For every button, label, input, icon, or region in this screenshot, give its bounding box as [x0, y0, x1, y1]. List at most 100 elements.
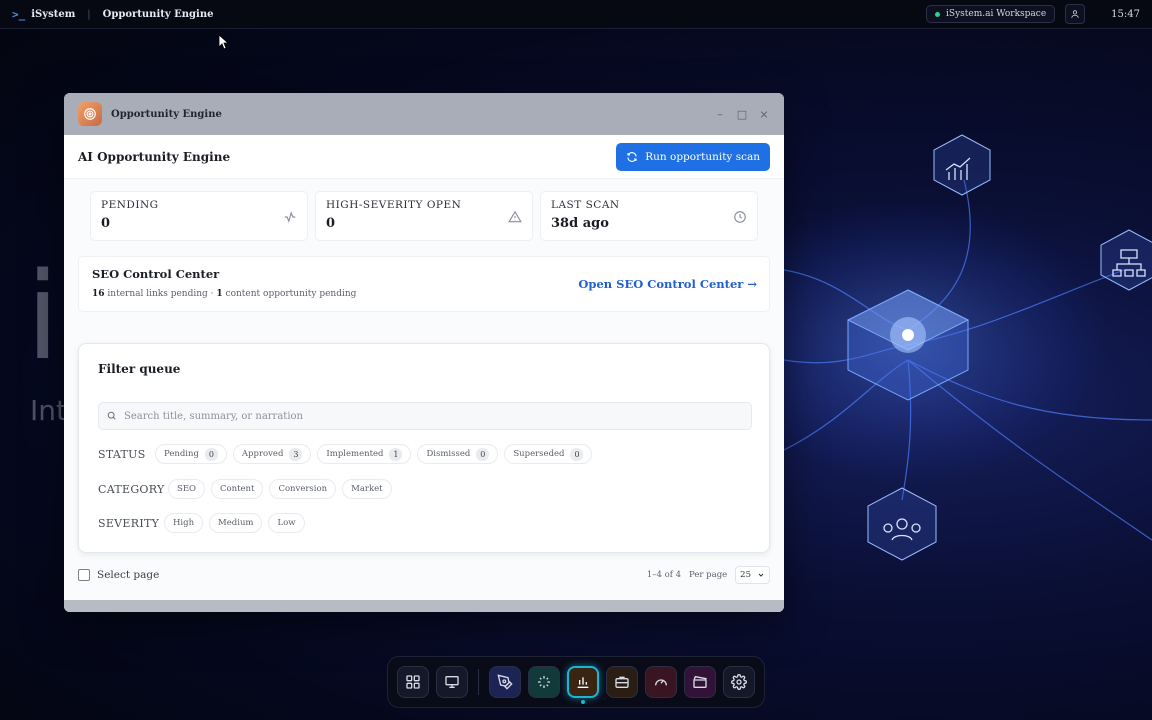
chip-count: 1	[389, 447, 403, 461]
content-opportunity-count: 1	[216, 289, 223, 299]
close-icon[interactable]: ×	[758, 108, 770, 121]
per-page-label: Per page	[689, 570, 728, 580]
status-chip-implemented[interactable]: Implemented 1	[317, 444, 412, 464]
minimize-icon[interactable]: –	[714, 108, 726, 121]
status-chip-approved[interactable]: Approved 3	[232, 444, 312, 464]
content-opportunity-text: content opportunity pending	[225, 289, 357, 299]
select-page-checkbox[interactable]	[78, 569, 90, 581]
internal-links-text: internal links pending ·	[107, 289, 214, 299]
stat-card-high-severity: HIGH-SEVERITY OPEN 0	[315, 191, 533, 241]
open-seo-control-center-link[interactable]: Open SEO Control Center →	[578, 277, 757, 291]
stat-label: PENDING	[101, 199, 159, 211]
stat-label: HIGH-SEVERITY OPEN	[326, 199, 462, 211]
select-page-label[interactable]: Select page	[97, 569, 159, 581]
filter-queue-title: Filter queue	[98, 362, 181, 376]
chip-count: 3	[289, 447, 303, 461]
pagination: 1–4 of 4 Per page 25	[647, 566, 770, 584]
divider: |	[87, 8, 91, 20]
target-app-icon	[78, 102, 102, 126]
warning-icon	[508, 210, 522, 223]
category-chip-content[interactable]: Content	[211, 479, 264, 499]
severity-filter-row: SEVERITY High Medium Low	[98, 513, 305, 533]
mouse-cursor	[218, 34, 230, 50]
dock-desktop-button[interactable]	[436, 666, 468, 698]
workspace-name: iSystem.ai Workspace	[946, 9, 1047, 19]
refresh-icon	[627, 151, 637, 162]
chip-label: Superseded	[513, 449, 565, 459]
window-bottom-bar	[64, 600, 784, 612]
window-title: Opportunity Engine	[111, 108, 222, 120]
chip-count: 0	[570, 447, 584, 461]
dock-media-button[interactable]	[684, 666, 716, 698]
page-header: AI Opportunity Engine Run opportunity sc…	[64, 135, 784, 179]
dock-business-button[interactable]	[606, 666, 638, 698]
gear-icon	[731, 674, 747, 690]
dock-design-button[interactable]	[489, 666, 521, 698]
dock-performance-button[interactable]	[645, 666, 677, 698]
status-chip-dismissed[interactable]: Dismissed 0	[417, 444, 499, 464]
dock	[387, 656, 765, 708]
user-menu-button[interactable]	[1065, 4, 1086, 24]
internal-links-count: 16	[92, 289, 105, 299]
clock: 15:47	[1111, 8, 1140, 20]
stats-row: PENDING 0 HIGH-SEVERITY OPEN 0 LAST SCAN…	[90, 191, 758, 241]
dock-ai-button[interactable]	[528, 666, 560, 698]
status-chip-pending[interactable]: Pending 0	[155, 444, 227, 464]
search-input[interactable]	[124, 410, 724, 422]
chip-label: Dismissed	[426, 449, 471, 459]
queue-footer: Select page 1–4 of 4 Per page 25	[78, 561, 770, 589]
brand[interactable]: >_ iSystem	[12, 8, 75, 21]
severity-chip-medium[interactable]: Medium	[209, 513, 263, 533]
monitor-icon	[445, 676, 459, 688]
dock-analytics-button[interactable]	[567, 666, 599, 704]
per-page-select[interactable]: 25	[735, 566, 770, 584]
category-chip-market[interactable]: Market	[342, 479, 392, 499]
page-title: AI Opportunity Engine	[78, 149, 231, 164]
status-label: STATUS	[98, 447, 146, 461]
dock-divider	[478, 669, 479, 695]
background-hero-letter: i	[26, 248, 60, 387]
stat-value: 0	[326, 216, 336, 231]
briefcase-icon	[615, 676, 629, 688]
chip-label: Low	[277, 518, 296, 528]
dock-apps-button[interactable]	[397, 666, 429, 698]
chip-label: Content	[220, 484, 255, 494]
chip-label: Approved	[241, 449, 284, 459]
window-titlebar[interactable]: Opportunity Engine – □ ×	[64, 93, 784, 135]
category-filter-row: CATEGORY SEO Content Conversion Market	[98, 479, 392, 499]
sparkles-icon	[538, 676, 550, 688]
category-chip-conversion[interactable]: Conversion	[269, 479, 337, 499]
chip-label: Medium	[218, 518, 254, 528]
filter-queue-panel: Filter queue STATUS Pending 0 Approved 3…	[78, 343, 770, 553]
workspace-switcher[interactable]: iSystem.ai Workspace	[926, 5, 1056, 23]
per-page-value: 25	[740, 570, 751, 580]
brand-name: iSystem	[31, 8, 76, 20]
chip-label: Conversion	[278, 484, 328, 494]
clock-icon	[734, 211, 746, 223]
search-icon	[107, 411, 116, 420]
chevron-down-icon	[758, 573, 764, 577]
category-chip-seo[interactable]: SEO	[168, 479, 205, 499]
run-opportunity-scan-button[interactable]: Run opportunity scan	[616, 142, 770, 171]
stat-value: 38d ago	[551, 216, 609, 231]
maximize-icon[interactable]: □	[736, 108, 748, 121]
apps-grid-icon	[406, 675, 420, 689]
search-field[interactable]	[98, 402, 752, 430]
pagination-range: 1–4 of 4	[646, 570, 682, 580]
chip-label: Market	[351, 484, 383, 494]
chip-count: 0	[476, 447, 490, 461]
activity-icon	[284, 211, 296, 223]
category-label: CATEGORY	[98, 482, 165, 496]
chip-label: Implemented	[326, 449, 384, 459]
gauge-icon	[655, 679, 667, 686]
dock-settings-button[interactable]	[723, 666, 755, 698]
severity-chip-low[interactable]: Low	[268, 513, 305, 533]
clapperboard-icon	[693, 675, 707, 688]
bar-chart-icon	[577, 677, 589, 688]
chip-label: SEO	[177, 484, 196, 494]
severity-chip-high[interactable]: High	[164, 513, 204, 533]
stat-value: 0	[101, 216, 111, 231]
status-chip-superseded[interactable]: Superseded 0	[504, 444, 593, 464]
stat-card-last-scan: LAST SCAN 38d ago	[540, 191, 758, 241]
background-network-illustration	[784, 134, 1152, 561]
